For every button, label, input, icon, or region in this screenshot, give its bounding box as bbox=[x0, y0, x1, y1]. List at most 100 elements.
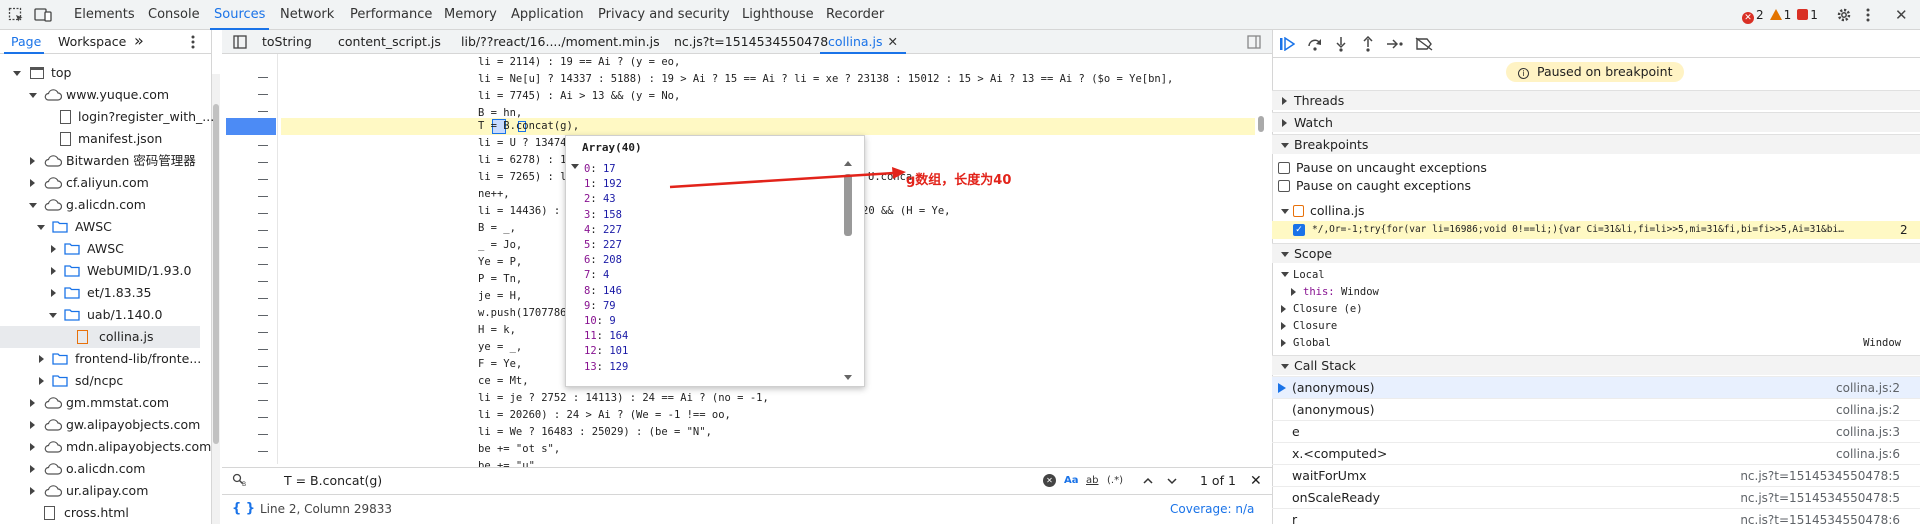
frame-location[interactable]: nc.js?t=1514534550478:6 bbox=[1740, 509, 1900, 524]
regex-button[interactable]: (.*) bbox=[1107, 472, 1123, 490]
tree-item-domain[interactable]: gm.mmstat.com bbox=[0, 392, 200, 414]
tree-item-top[interactable]: top bbox=[0, 62, 200, 84]
tree-item-file[interactable]: login?register_with_... bbox=[0, 106, 214, 128]
close-search-icon[interactable]: ✕ bbox=[1250, 471, 1262, 491]
tree-item-domain[interactable]: ur.alipay.com bbox=[0, 480, 200, 502]
tab-elements[interactable]: Elements bbox=[74, 0, 135, 30]
next-match-icon[interactable] bbox=[1166, 475, 1178, 487]
array-item[interactable]: 7: 4 bbox=[584, 268, 609, 283]
array-item[interactable]: 6: 208 bbox=[584, 253, 622, 268]
tab-sources[interactable]: Sources bbox=[209, 0, 270, 30]
tab-lighthouse[interactable]: Lighthouse bbox=[742, 0, 814, 30]
tab-recorder[interactable]: Recorder bbox=[826, 0, 884, 30]
tree-item-folder[interactable]: et/1.83.35 bbox=[0, 282, 200, 304]
tree-item-domain[interactable]: Bitwarden 密码管理器 bbox=[0, 150, 200, 172]
tab-performance[interactable]: Performance bbox=[350, 0, 432, 30]
scope-this[interactable]: this: Window bbox=[1291, 284, 1379, 300]
tab-console[interactable]: Console bbox=[148, 0, 200, 30]
frame-location[interactable]: nc.js?t=1514534550478:5 bbox=[1740, 465, 1900, 487]
tree-item-folder[interactable]: AWSC bbox=[0, 238, 200, 260]
call-stack-frame[interactable]: r nc.js?t=1514534550478:6 bbox=[1272, 508, 1920, 524]
toggle-debugger-icon[interactable] bbox=[1247, 35, 1261, 49]
tree-item-folder[interactable]: AWSC bbox=[0, 216, 200, 238]
tree-item-domain[interactable]: o.alicdn.com bbox=[0, 458, 200, 480]
file-tab[interactable]: toString bbox=[262, 30, 312, 54]
close-devtools-icon[interactable]: ✕ bbox=[1895, 6, 1908, 24]
device-toolbar-icon[interactable] bbox=[34, 7, 52, 23]
clear-search-icon[interactable]: ✕ bbox=[1043, 474, 1056, 487]
scope-global[interactable]: Global Window bbox=[1281, 335, 1901, 351]
tab-workspace[interactable]: Workspace bbox=[58, 30, 126, 54]
deactivate-breakpoints-icon[interactable] bbox=[1415, 37, 1433, 51]
line-gutter[interactable] bbox=[222, 54, 278, 464]
array-item[interactable]: 0: 17 bbox=[584, 162, 616, 177]
file-tab[interactable]: lib/??react/16..../moment.min.js bbox=[461, 30, 660, 54]
tab-memory[interactable]: Memory bbox=[444, 0, 497, 30]
tab-page[interactable]: Page bbox=[11, 30, 41, 54]
tree-item-folder[interactable]: uab/1.140.0 bbox=[0, 304, 200, 326]
previous-match-icon[interactable] bbox=[1142, 475, 1154, 487]
more-options-icon[interactable] bbox=[191, 34, 195, 50]
resume-icon[interactable] bbox=[1279, 37, 1295, 51]
frame-location[interactable]: nc.js?t=1514534550478:5 bbox=[1740, 487, 1900, 509]
more-tabs-chevron-icon[interactable]: » bbox=[134, 30, 144, 54]
file-tab[interactable]: content_script.js bbox=[338, 30, 441, 54]
breakpoints-section-header[interactable]: Breakpoints bbox=[1272, 134, 1920, 154]
step-out-icon[interactable] bbox=[1361, 36, 1375, 52]
frame-location[interactable]: collina.js:2 bbox=[1836, 377, 1900, 399]
pause-caught-option[interactable]: Pause on caught exceptions bbox=[1278, 178, 1471, 194]
array-item[interactable]: 10: 9 bbox=[584, 314, 616, 329]
array-item[interactable]: 12: 101 bbox=[584, 344, 628, 359]
step-over-icon[interactable] bbox=[1307, 37, 1323, 51]
inspect-element-icon[interactable] bbox=[8, 7, 24, 23]
scope-local[interactable]: Local bbox=[1281, 267, 1325, 283]
scope-closure[interactable]: Closure bbox=[1281, 318, 1337, 334]
array-item[interactable]: 2: 43 bbox=[584, 192, 616, 207]
call-stack-frame[interactable]: e collina.js:3 bbox=[1272, 420, 1920, 442]
tree-item-domain[interactable]: mdn.alipayobjects.com bbox=[0, 436, 211, 458]
tree-item-folder[interactable]: frontend-lib/fronte... bbox=[0, 348, 201, 370]
more-options-icon[interactable] bbox=[1866, 7, 1870, 23]
breakpoint-checkbox[interactable]: ✓ bbox=[1293, 224, 1305, 236]
breakpoint-file-row[interactable]: collina.js bbox=[1272, 202, 1920, 220]
array-item[interactable]: 9: 79 bbox=[584, 299, 616, 314]
status-counters[interactable]: ✕ 2 1 1 bbox=[1742, 8, 1818, 24]
frame-location[interactable]: collina.js:2 bbox=[1836, 399, 1900, 421]
file-tab[interactable]: nc.js?t=1514534550478 bbox=[674, 30, 828, 54]
search-input[interactable]: T = B.concat(g) bbox=[284, 472, 382, 490]
editor-scrollbar[interactable] bbox=[1256, 54, 1266, 464]
scrollbar-thumb[interactable] bbox=[213, 104, 219, 444]
call-stack-frame[interactable]: onScaleReady nc.js?t=1514534550478:5 bbox=[1272, 486, 1920, 508]
settings-gear-icon[interactable] bbox=[1836, 7, 1852, 23]
breakpoint-marker[interactable] bbox=[226, 118, 276, 135]
call-stack-frame[interactable]: (anonymous) collina.js:2 bbox=[1272, 376, 1920, 398]
call-stack-frame[interactable]: waitForUmx nc.js?t=1514534550478:5 bbox=[1272, 464, 1920, 486]
pretty-print-icon[interactable]: { } bbox=[232, 501, 255, 517]
tree-item-folder[interactable]: WebUMID/1.93.0 bbox=[0, 260, 200, 282]
pause-uncaught-checkbox[interactable] bbox=[1278, 162, 1290, 174]
array-item[interactable]: 8: 146 bbox=[584, 284, 622, 299]
call-stack-frame[interactable]: x.<computed> collina.js:6 bbox=[1272, 442, 1920, 464]
navigator-scrollbar[interactable] bbox=[212, 74, 220, 524]
call-stack-frame[interactable]: (anonymous) collina.js:2 bbox=[1272, 398, 1920, 420]
tree-item-collina-js[interactable]: collina.js bbox=[0, 326, 200, 348]
threads-section-header[interactable]: Threads bbox=[1272, 90, 1920, 110]
array-item[interactable]: 11: 164 bbox=[584, 329, 628, 344]
tree-item-file[interactable]: manifest.json bbox=[0, 128, 200, 150]
array-item[interactable]: 1: 192 bbox=[584, 177, 622, 192]
tree-item-folder[interactable]: sd/ncpc bbox=[0, 370, 200, 392]
coverage-link[interactable]: Coverage: n/a bbox=[1170, 495, 1254, 524]
toggle-navigator-icon[interactable] bbox=[233, 35, 247, 49]
step-icon[interactable] bbox=[1386, 37, 1404, 51]
call-stack-section-header[interactable]: Call Stack bbox=[1272, 355, 1920, 375]
frame-location[interactable]: collina.js:3 bbox=[1836, 421, 1900, 443]
array-item[interactable]: 4: 227 bbox=[584, 223, 622, 238]
watch-section-header[interactable]: Watch bbox=[1272, 112, 1920, 132]
match-case-button[interactable]: Aa bbox=[1064, 472, 1079, 490]
whole-word-button[interactable]: ab bbox=[1086, 472, 1098, 490]
array-item[interactable]: 5: 227 bbox=[584, 238, 622, 253]
scope-section-header[interactable]: Scope bbox=[1272, 243, 1920, 263]
file-tab-active[interactable]: collina.js ✕ bbox=[828, 30, 898, 54]
pause-caught-checkbox[interactable] bbox=[1278, 180, 1290, 192]
scope-closure-e[interactable]: Closure (e) bbox=[1281, 301, 1363, 317]
